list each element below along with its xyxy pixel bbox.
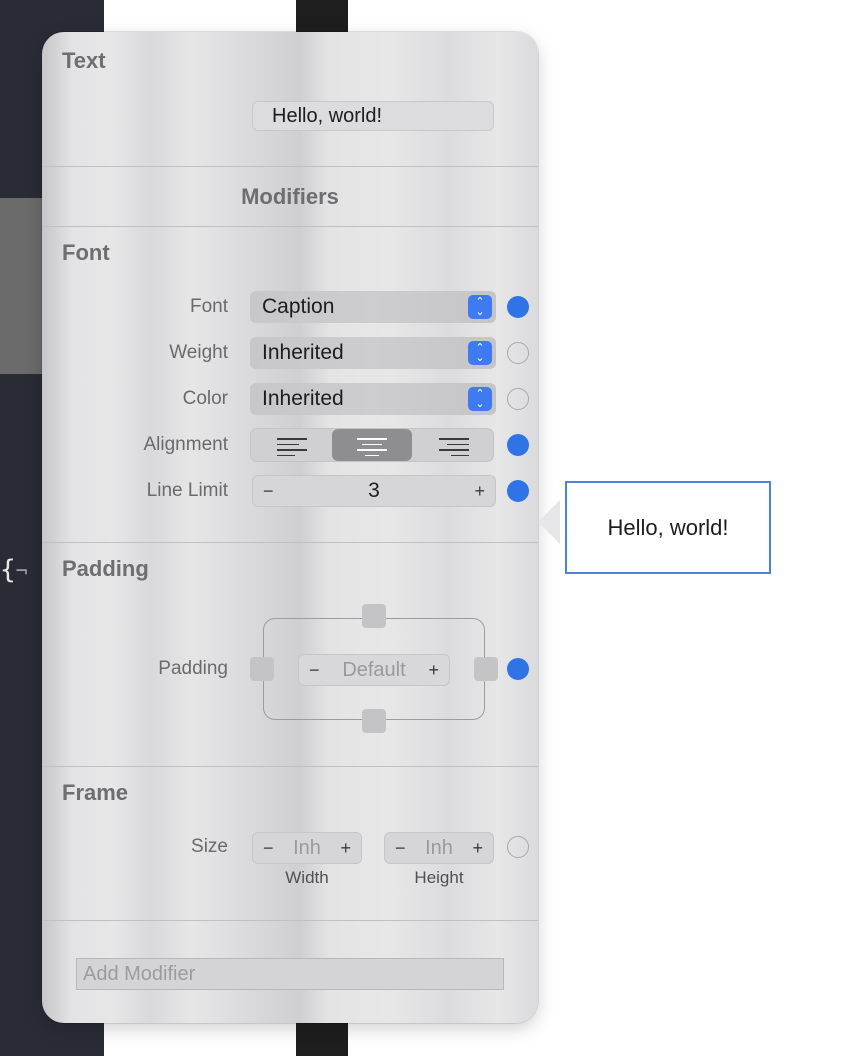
add-modifier-field[interactable]: Add Modifier (76, 958, 504, 990)
padding-leading-toggle[interactable] (250, 657, 274, 681)
popover-arrow (538, 500, 560, 544)
size-label: Size (191, 836, 228, 857)
modifiers-title: Modifiers (241, 184, 339, 209)
weight-select[interactable]: Inherited ⌃ ⌄ (250, 337, 496, 369)
align-left-icon (277, 438, 307, 460)
height-stepper: − Inh + (384, 832, 494, 864)
line-limit-enabled-indicator[interactable] (507, 480, 529, 502)
frame-section-title: Frame (62, 780, 129, 805)
line-limit-stepper: − 3 + (252, 475, 496, 507)
font-enabled-indicator[interactable] (507, 296, 529, 318)
divider (42, 166, 538, 167)
align-center-icon (357, 438, 387, 460)
divider (42, 920, 538, 921)
align-left-button[interactable] (253, 429, 333, 461)
inspector-popover: Text Hello, world! Modifiers Font Font C… (42, 32, 538, 1023)
width-stepper: − Inh + (252, 832, 362, 864)
align-center-button[interactable] (332, 429, 412, 461)
font-select[interactable]: Caption ⌃ ⌄ (250, 291, 496, 323)
width-caption: Width (285, 868, 329, 887)
color-select[interactable]: Inherited ⌃ ⌄ (250, 383, 496, 415)
chevron-up-down-icon: ⌃ ⌄ (468, 341, 492, 365)
weight-label: Weight (169, 342, 228, 363)
align-right-button[interactable] (413, 429, 493, 461)
padding-top-toggle[interactable] (362, 604, 386, 628)
text-section-title: Text (62, 48, 106, 73)
alignment-enabled-indicator[interactable] (507, 434, 529, 456)
line-limit-value[interactable]: 3 (253, 476, 495, 506)
padding-bottom-toggle[interactable] (362, 709, 386, 733)
frame-enabled-indicator[interactable] (507, 836, 529, 858)
chevron-up-down-icon: ⌃ ⌄ (468, 295, 492, 319)
font-label: Font (189, 296, 228, 317)
height-caption: Height (414, 868, 464, 887)
font-select-value: Caption (262, 295, 335, 318)
weight-select-value: Inherited (262, 341, 344, 364)
padding-trailing-toggle[interactable] (474, 657, 498, 681)
alignment-segmented-control (250, 428, 494, 462)
chevron-up-down-icon: ⌃ ⌄ (468, 387, 492, 411)
padding-section-title: Padding (62, 556, 149, 581)
width-increment-button[interactable]: + (340, 833, 351, 863)
padding-value[interactable]: Default (299, 655, 449, 685)
text-value-field[interactable]: Hello, world! (252, 101, 494, 131)
divider (42, 542, 538, 543)
padding-increment-button[interactable]: + (428, 655, 439, 685)
alignment-label: Alignment (143, 434, 229, 455)
padding-label: Padding (158, 658, 228, 679)
height-increment-button[interactable]: + (472, 833, 483, 863)
preview-text[interactable]: Hello, world! (565, 481, 771, 574)
align-right-icon (439, 438, 469, 460)
code-brace: {¬ (0, 555, 28, 585)
line-limit-increment-button[interactable]: + (474, 476, 485, 506)
line-limit-label: Line Limit (146, 480, 228, 501)
padding-enabled-indicator[interactable] (507, 658, 529, 680)
color-select-value: Inherited (262, 387, 344, 410)
divider (42, 226, 538, 227)
color-label: Color (182, 388, 228, 409)
color-enabled-indicator[interactable] (507, 388, 529, 410)
weight-enabled-indicator[interactable] (507, 342, 529, 364)
font-section-title: Font (62, 240, 110, 265)
padding-stepper: − Default + (298, 654, 450, 686)
divider (42, 766, 538, 767)
